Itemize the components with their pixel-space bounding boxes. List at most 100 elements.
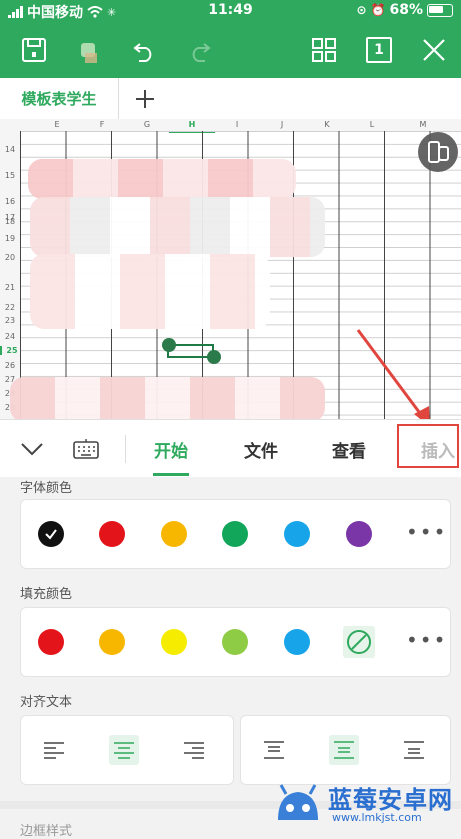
row-header-bar: 14 15 16 17 18 19 20 21 22 23 24 25 26 2… xyxy=(0,131,21,419)
font-color-more-button[interactable]: ••• xyxy=(406,520,447,544)
ribbon-divider xyxy=(125,435,126,463)
alarm-icon: ⏰ xyxy=(370,3,386,17)
align-top-button[interactable] xyxy=(259,735,289,765)
add-sheet-button[interactable] xyxy=(130,84,160,114)
align-middle-button[interactable] xyxy=(329,735,359,765)
ribbon-bar: 开始 文件 查看 插入 xyxy=(0,419,461,479)
font-color-swatch-orange[interactable] xyxy=(161,521,187,547)
fill-color-swatch-lightgreen[interactable] xyxy=(222,629,248,655)
font-color-swatch-red[interactable] xyxy=(99,521,125,547)
watermark-url: www.lmkjst.com xyxy=(332,811,422,824)
row-header[interactable]: 15 xyxy=(0,171,20,180)
column-header[interactable]: J xyxy=(259,119,305,131)
undo-icon xyxy=(133,43,152,62)
android-logo xyxy=(278,784,318,820)
mosaic-blur xyxy=(30,254,270,329)
save-icon xyxy=(22,38,46,62)
row-header[interactable]: 14 xyxy=(0,145,20,154)
align-left-button[interactable] xyxy=(39,735,69,765)
row-header[interactable]: 24 xyxy=(0,332,20,341)
column-header[interactable]: I xyxy=(214,119,260,131)
row-header[interactable]: 23 xyxy=(0,316,20,325)
window-count-button[interactable]: 1 xyxy=(361,32,397,68)
redo-button[interactable] xyxy=(182,32,218,68)
row-header[interactable]: 21 xyxy=(0,283,20,292)
align-center-icon xyxy=(114,742,134,759)
fill-color-swatch-yellow[interactable] xyxy=(161,629,187,655)
font-color-swatch-green[interactable] xyxy=(222,521,248,547)
tab-view[interactable]: 查看 xyxy=(318,420,380,478)
font-color-card: ••• xyxy=(20,499,451,569)
spreadsheet-area[interactable]: E F G H I J K L M 14 15 16 17 18 19 20 2… xyxy=(0,119,461,419)
no-fill-button[interactable] xyxy=(343,626,375,658)
insert-tab-highlight-box xyxy=(397,424,459,468)
switch-view-icon xyxy=(428,141,449,163)
grid-icon xyxy=(312,38,336,62)
window-count-icon: 1 xyxy=(366,37,392,63)
top-toolbar: 1 xyxy=(0,22,461,78)
status-right: ⊙ ⏰ 68% xyxy=(356,2,453,18)
font-color-title: 字体颜色 xyxy=(20,481,73,496)
vertical-align-card xyxy=(240,715,451,785)
collapse-button[interactable] xyxy=(14,420,50,478)
column-header[interactable]: F xyxy=(79,119,125,131)
align-top-icon xyxy=(264,741,284,759)
keyboard-icon xyxy=(73,439,99,459)
battery-label: 68% xyxy=(389,2,423,18)
fill-color-card: ••• xyxy=(20,607,451,677)
window-count: 1 xyxy=(374,42,384,58)
file-tab[interactable]: 模板表学生 xyxy=(0,78,119,119)
cell-selection[interactable] xyxy=(160,338,226,364)
row-header[interactable]: 18 xyxy=(0,217,20,226)
font-color-swatch-black[interactable] xyxy=(38,521,64,547)
tab-start[interactable]: 开始 xyxy=(140,420,202,478)
column-header[interactable]: L xyxy=(349,119,395,131)
fill-color-swatch-orange[interactable] xyxy=(99,629,125,655)
mosaic-blur xyxy=(28,159,296,199)
site-watermark: 蓝莓安卓网 www.lmkjst.com xyxy=(272,778,457,828)
close-button[interactable] xyxy=(416,32,452,68)
font-color-swatch-purple[interactable] xyxy=(346,521,372,547)
fill-color-more-button[interactable]: ••• xyxy=(406,628,447,652)
row-header[interactable]: 19 xyxy=(0,234,20,243)
row-header[interactable]: 16 xyxy=(0,197,20,206)
save-button[interactable] xyxy=(16,32,52,68)
watermark-title: 蓝莓安卓网 xyxy=(328,786,453,814)
align-bottom-icon xyxy=(404,741,424,759)
column-header[interactable]: E xyxy=(34,119,80,131)
column-header[interactable]: G xyxy=(124,119,170,131)
fill-color-swatch-blue[interactable] xyxy=(284,629,310,655)
fill-color-swatch-red[interactable] xyxy=(38,629,64,655)
close-icon xyxy=(423,39,445,61)
status-bar: 中国移动 ✳ 11:49 ⊙ ⏰ 68% xyxy=(0,0,461,22)
undo-button[interactable] xyxy=(126,32,162,68)
grid-view-button[interactable] xyxy=(306,32,342,68)
align-left-icon xyxy=(44,742,64,759)
sheet-switch-button[interactable] xyxy=(418,132,458,172)
row-header[interactable]: 26 xyxy=(0,361,20,370)
no-fill-icon xyxy=(347,630,371,654)
align-center-button[interactable] xyxy=(109,735,139,765)
plus-icon xyxy=(136,90,154,108)
rotation-lock-icon: ⊙ xyxy=(356,3,367,17)
pen-icon xyxy=(81,43,97,63)
align-right-button[interactable] xyxy=(179,735,209,765)
keyboard-button[interactable] xyxy=(66,420,106,478)
row-header-active[interactable]: 25 xyxy=(0,346,22,355)
align-text-title: 对齐文本 xyxy=(20,695,73,710)
row-header[interactable]: 22 xyxy=(0,303,20,312)
align-bottom-button[interactable] xyxy=(399,735,429,765)
row-header[interactable]: 20 xyxy=(0,253,20,262)
column-header[interactable]: K xyxy=(304,119,350,131)
mosaic-blur xyxy=(10,377,325,419)
file-tab-label: 模板表学生 xyxy=(21,90,97,108)
font-color-swatch-blue[interactable] xyxy=(284,521,310,547)
active-tab-indicator xyxy=(153,473,189,476)
check-icon xyxy=(45,529,57,540)
align-right-icon xyxy=(184,742,204,759)
column-header[interactable]: M xyxy=(400,119,446,131)
tab-file[interactable]: 文件 xyxy=(230,420,292,478)
fill-color-title: 填充颜色 xyxy=(20,587,73,602)
pen-button[interactable] xyxy=(70,32,106,68)
mosaic-blur xyxy=(30,197,325,257)
